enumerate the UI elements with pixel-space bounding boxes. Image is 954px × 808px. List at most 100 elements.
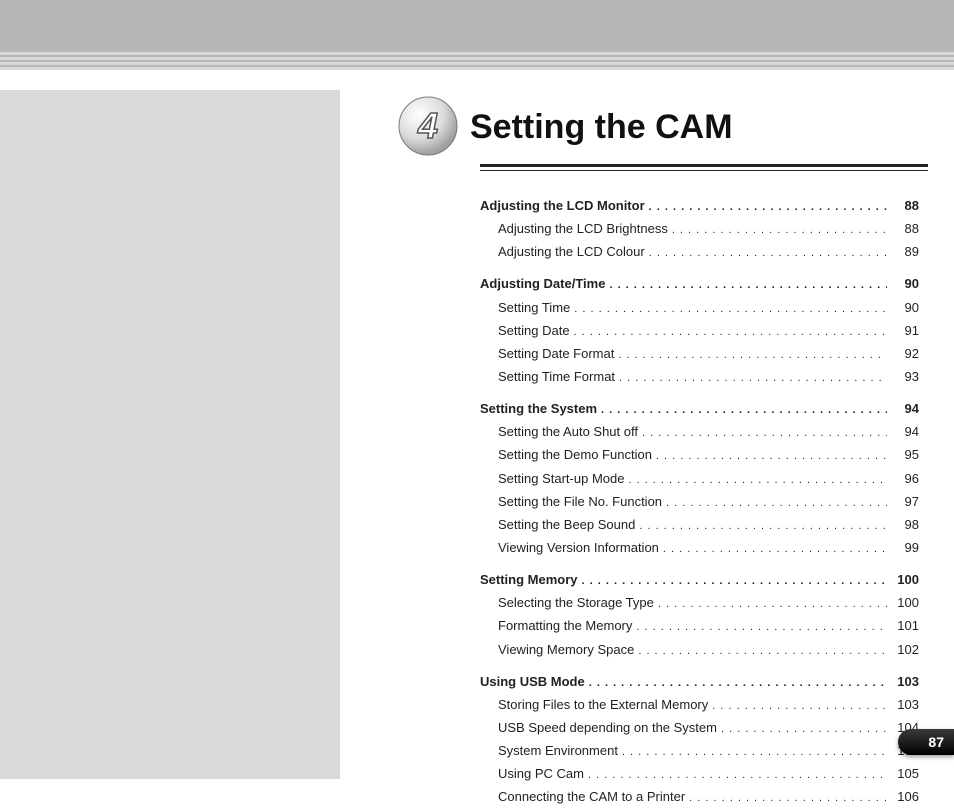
- toc-leader-dots: [601, 399, 887, 419]
- toc-section-heading: Setting Memory 100: [480, 570, 919, 590]
- toc-section-heading: Using USB Mode 103: [480, 672, 919, 692]
- divider-thick: [480, 164, 928, 167]
- toc-item-title: Formatting the Memory: [498, 616, 632, 636]
- toc-item-page: 91: [891, 321, 919, 341]
- toc-leader-dots: [649, 196, 887, 216]
- toc-leader-dots: [658, 593, 887, 613]
- toc-leader-dots: [574, 298, 887, 318]
- toc-item-page: 103: [891, 695, 919, 715]
- toc-item-page: 95: [891, 445, 919, 465]
- toc-item-title: Using PC Cam: [498, 764, 584, 784]
- toc-item-title: Storing Files to the External Memory: [498, 695, 708, 715]
- toc-item-page: 94: [891, 422, 919, 442]
- toc-item: Setting Time 90: [480, 298, 919, 318]
- toc-leader-dots: [672, 219, 887, 239]
- toc-item: Setting the File No. Function97: [480, 492, 919, 512]
- toc-item: Setting Time Format 93: [480, 367, 919, 387]
- toc-section-title: Setting Memory: [480, 570, 578, 590]
- toc-section-page: 100: [891, 570, 919, 590]
- toc-item-title: Setting the Auto Shut off: [498, 422, 638, 442]
- toc-item: System Environment104: [480, 741, 919, 761]
- toc-leader-dots: [721, 718, 887, 738]
- header-stripes: [0, 52, 954, 70]
- header-bar: [0, 0, 954, 70]
- toc-leader-dots: [589, 672, 887, 692]
- toc-item-page: 100: [891, 593, 919, 613]
- toc-item: Adjusting the LCD Brightness 88: [480, 219, 919, 239]
- toc-section-title: Adjusting Date/Time: [480, 274, 605, 294]
- toc-item: Setting the Auto Shut off 94: [480, 422, 919, 442]
- toc-leader-dots: [619, 367, 887, 387]
- toc-item: Storing Files to the External Memory 103: [480, 695, 919, 715]
- toc-leader-dots: [666, 492, 887, 512]
- toc-section-title: Using USB Mode: [480, 672, 585, 692]
- page-body: 4 Setting the CAM Adjusting the LCD Moni…: [0, 70, 954, 779]
- toc-section: Setting Memory 100: [480, 570, 919, 590]
- toc-section-title: Adjusting the LCD Monitor: [480, 196, 645, 216]
- toc-item-page: 88: [891, 219, 919, 239]
- chapter-title: Setting the CAM: [470, 108, 733, 147]
- toc-section-heading: Adjusting the LCD Monitor88: [480, 196, 919, 216]
- toc-leader-dots: [628, 469, 887, 489]
- toc-item-title: System Environment: [498, 741, 618, 761]
- toc-item-title: Viewing Version Information: [498, 538, 659, 558]
- toc-leader-dots: [656, 445, 887, 465]
- toc-leader-dots: [642, 422, 887, 442]
- toc-item-title: Connecting the CAM to a Printer: [498, 787, 685, 807]
- toc-section-heading: Setting the System94: [480, 399, 919, 419]
- toc-section-page: 90: [891, 274, 919, 294]
- toc-item: Setting Start-up Mode96: [480, 469, 919, 489]
- toc-item-title: Setting Time: [498, 298, 570, 318]
- toc-item-page: 98: [891, 515, 919, 535]
- toc-item-title: Setting Start-up Mode: [498, 469, 624, 489]
- toc-item: Selecting the Storage Type100: [480, 593, 919, 613]
- toc-item-page: 101: [891, 616, 919, 636]
- toc-item: Setting the Beep Sound98: [480, 515, 919, 535]
- toc-leader-dots: [663, 538, 887, 558]
- page-number-tab: 87: [898, 729, 954, 755]
- toc-item: Viewing Memory Space102: [480, 640, 919, 660]
- divider-thin: [480, 170, 928, 171]
- chapter-number: 4: [417, 105, 438, 146]
- toc-section-page: 103: [891, 672, 919, 692]
- toc-item: Using PC Cam 105: [480, 764, 919, 784]
- toc-leader-dots: [582, 570, 887, 590]
- toc-item-title: Setting Time Format: [498, 367, 615, 387]
- toc-item: Adjusting the LCD Colour89: [480, 242, 919, 262]
- toc-item: Viewing Version Information 99: [480, 538, 919, 558]
- toc-leader-dots: [712, 695, 887, 715]
- toc-item-page: 93: [891, 367, 919, 387]
- toc-item-page: 106: [891, 787, 919, 807]
- toc-subitems: Setting Time90Setting Date91Setting Date…: [480, 298, 919, 388]
- toc-item-title: Setting the Demo Function: [498, 445, 652, 465]
- toc-item-title: Adjusting the LCD Brightness: [498, 219, 668, 239]
- toc-leader-dots: [609, 274, 887, 294]
- toc-section: Using USB Mode 103: [480, 672, 919, 692]
- toc-subitems: Setting the Auto Shut off 94 Setting the D…: [480, 422, 919, 558]
- toc-item-title: Setting Date Format: [498, 344, 614, 364]
- toc-leader-dots: [588, 764, 887, 784]
- toc-item: Setting Date Format 92: [480, 344, 919, 364]
- toc-subitems: Selecting the Storage Type100 Formatting …: [480, 593, 919, 659]
- toc-item: Setting the Demo Function 95: [480, 445, 919, 465]
- toc-item-page: 89: [891, 242, 919, 262]
- toc-item-page: 105: [891, 764, 919, 784]
- toc-leader-dots: [649, 242, 887, 262]
- toc-item-page: 92: [891, 344, 919, 364]
- toc-leader-dots: [636, 616, 887, 636]
- toc-leader-dots: [574, 321, 887, 341]
- toc-leader-dots: [689, 787, 887, 807]
- toc-section: Setting the System94: [480, 399, 919, 419]
- toc-item: USB Speed depending on the System104: [480, 718, 919, 738]
- toc-section: Adjusting the LCD Monitor88: [480, 196, 919, 216]
- toc-item-page: 99: [891, 538, 919, 558]
- toc-leader-dots: [618, 344, 887, 364]
- toc-item: Setting Date 91: [480, 321, 919, 341]
- toc-section-title: Setting the System: [480, 399, 597, 419]
- toc-item-page: 90: [891, 298, 919, 318]
- chapter-number-badge: 4: [398, 96, 458, 156]
- toc-item-title: Setting Date: [498, 321, 570, 341]
- toc-leader-dots: [622, 741, 887, 761]
- toc-item: Connecting the CAM to a Printer 106: [480, 787, 919, 807]
- left-sidebar: [0, 90, 340, 779]
